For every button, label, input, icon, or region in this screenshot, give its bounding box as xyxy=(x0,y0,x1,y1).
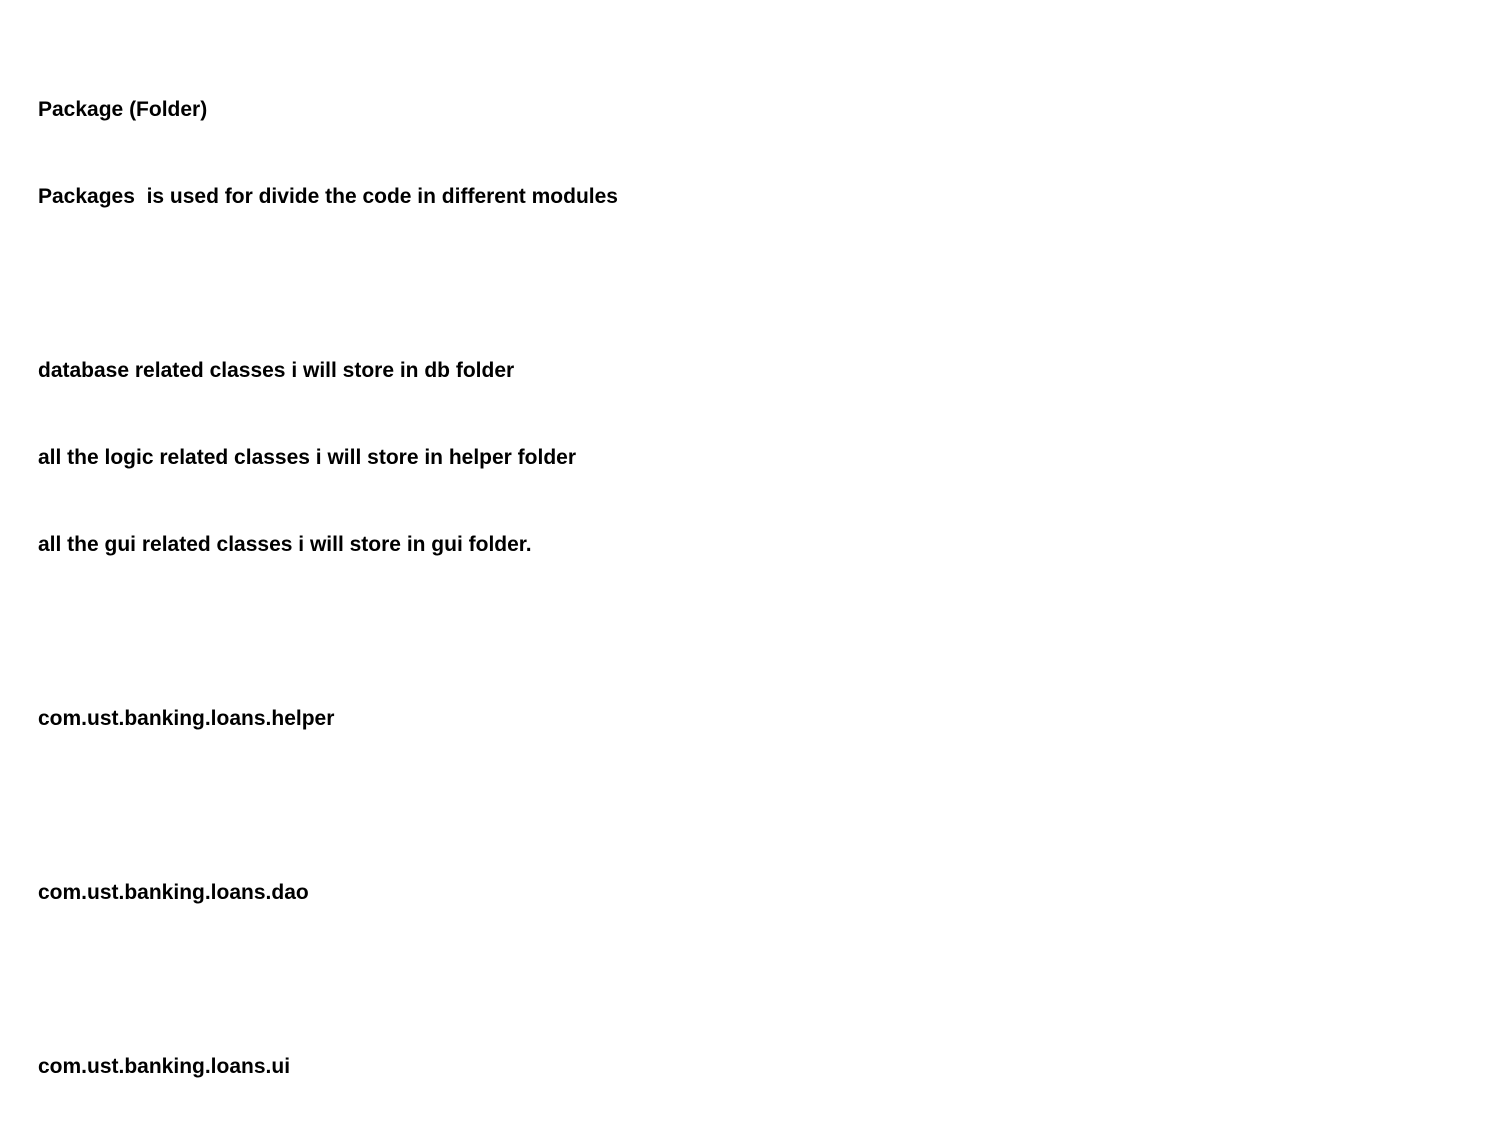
heading-line: Package (Folder) xyxy=(38,98,208,121)
note-line-db: database related classes i will store in… xyxy=(38,359,515,382)
package-name-ui: com.ust.banking.loans.ui xyxy=(38,1055,291,1078)
text-body: Package (Folder) Packages is used for di… xyxy=(38,37,618,1139)
note-line-gui: all the gui related classes i will store… xyxy=(38,533,532,556)
package-name-helper: com.ust.banking.loans.helper xyxy=(38,707,335,730)
note-line-helper: all the logic related classes i will sto… xyxy=(38,446,577,469)
description-line: Packages is used for divide the code in … xyxy=(38,185,618,208)
package-name-dao: com.ust.banking.loans.dao xyxy=(38,881,309,904)
slide-canvas: Package (Folder) Packages is used for di… xyxy=(0,0,1508,1078)
